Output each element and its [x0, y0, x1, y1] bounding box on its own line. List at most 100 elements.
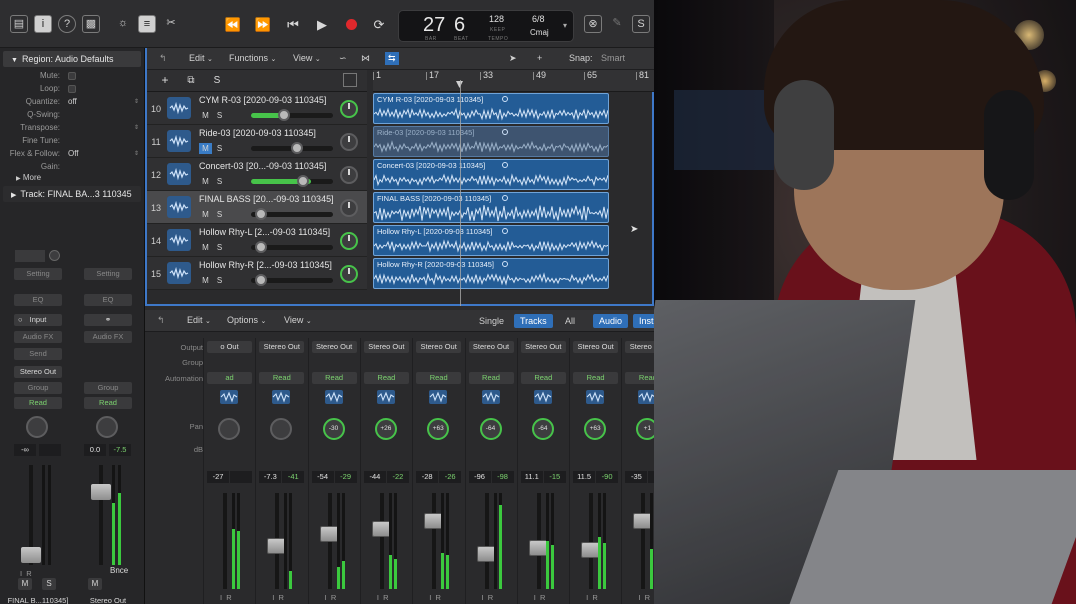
volume-fader-track[interactable] — [379, 493, 384, 589]
track-mute-button[interactable]: M — [199, 176, 212, 187]
input-gain-knob[interactable] — [49, 250, 60, 261]
input-monitor-label[interactable]: I R — [429, 593, 441, 602]
slider-knob[interactable] — [291, 142, 303, 154]
automation-mode[interactable]: Read — [84, 397, 132, 409]
inspector-row-flex[interactable]: Flex & Follow: Off ⇕ — [0, 148, 140, 160]
group-slot[interactable]: Group — [84, 382, 132, 394]
pan-knob[interactable] — [26, 416, 48, 438]
setting-button[interactable]: Setting — [84, 268, 132, 280]
audio-fx-slot[interactable]: Audio FX — [84, 331, 132, 343]
volume-fader-cap[interactable] — [91, 484, 111, 500]
output-slot[interactable]: Stereo Out — [520, 341, 566, 353]
volume-fader-track[interactable] — [484, 493, 489, 589]
rewind-button[interactable]: ⏪ — [222, 14, 244, 36]
pan-knob[interactable] — [218, 418, 240, 440]
input-monitor-label[interactable]: I R — [20, 569, 32, 578]
automation-mode[interactable]: Read — [14, 397, 62, 409]
output-slot[interactable]: Stereo Out — [468, 341, 514, 353]
mute-button[interactable]: M — [88, 578, 102, 590]
eq-slot[interactable]: EQ — [14, 294, 62, 306]
volume-fader-track[interactable] — [223, 493, 227, 589]
pan-knob[interactable]: +26 — [374, 418, 397, 440]
track-mute-button[interactable]: M — [199, 209, 212, 220]
view-menu[interactable]: View ⌄ — [293, 53, 321, 63]
track-mute-button[interactable]: M — [199, 110, 212, 121]
track-header-row[interactable]: 15 Hollow Rhy-R [2...-09-03 110345] M S — [147, 257, 367, 290]
pan-knob[interactable] — [96, 416, 118, 438]
input-monitor-label[interactable]: I R — [272, 593, 284, 602]
mute-checkbox[interactable] — [68, 72, 76, 80]
mixer-filter-inst[interactable]: Inst — [633, 314, 654, 328]
track-solo-button[interactable]: S — [213, 275, 226, 286]
mixer-tab-single[interactable]: Single — [473, 314, 510, 328]
mixer-options-menu[interactable]: Options ⌄ — [227, 315, 266, 325]
setting-button[interactable]: Setting — [14, 268, 62, 280]
slider-knob[interactable] — [255, 241, 267, 253]
track-solo-button[interactable]: S — [213, 143, 226, 154]
lcd-display[interactable]: 27 6 BAR BEAT 128 KEEP TEMPO 6/8 Cmaj ▾ — [398, 10, 574, 42]
track-solo-button[interactable]: S — [213, 110, 226, 121]
editors-icon[interactable]: ✂ — [162, 15, 180, 33]
input-slot[interactable]: ○ Input — [14, 314, 62, 326]
track-volume-slider[interactable] — [251, 142, 333, 154]
back-icon[interactable]: ↰ — [157, 315, 165, 326]
fast-forward-button[interactable]: ⏩ — [252, 14, 274, 36]
channel-name[interactable]: FINAL B...110345] — [4, 596, 72, 604]
audio-region[interactable]: Hollow Rhy-L [2020-09-03 110345] — [373, 225, 609, 256]
track-header-row[interactable]: 13 FINAL BASS [20...-09-03 110345] M S — [147, 191, 367, 224]
audio-region[interactable]: Hollow Rhy-R [2020-09-03 110345] — [373, 258, 609, 289]
automation-mode[interactable]: ad — [207, 372, 252, 384]
input-monitor-label[interactable]: I R — [638, 593, 650, 602]
pan-knob[interactable] — [270, 418, 293, 440]
audio-fx-slot[interactable]: Audio FX — [14, 331, 62, 343]
output-slot[interactable]: o Out — [207, 341, 252, 353]
timeline-ruler[interactable]: 1 17 33 49 65 81 — [372, 70, 654, 92]
track-pan-knob[interactable] — [340, 100, 358, 118]
output-slot[interactable]: Stereo Out — [416, 341, 462, 353]
track-view-icon[interactable] — [343, 73, 357, 87]
score-icon[interactable]: S — [632, 15, 650, 33]
track-name[interactable]: CYM R-03 [2020-09-03 110345] — [199, 95, 339, 105]
smart-controls-icon[interactable]: ☼ — [114, 15, 132, 33]
output-slot[interactable]: Stereo Out — [625, 341, 654, 353]
volume-fader-track[interactable] — [432, 493, 437, 589]
quantize-value[interactable]: off — [68, 96, 77, 108]
inspector-icon[interactable]: i — [34, 15, 52, 33]
group-slot[interactable]: Group — [14, 382, 62, 394]
track-name[interactable]: Hollow Rhy-R [2...-09-03 110345] — [199, 260, 339, 270]
quick-help-icon[interactable]: ? — [58, 15, 76, 33]
volume-fader-track[interactable] — [641, 493, 646, 589]
lcd-dropdown-icon[interactable]: ▾ — [563, 21, 567, 30]
edit-menu[interactable]: Edit ⌄ — [189, 53, 213, 63]
back-icon[interactable]: ↰ — [159, 53, 167, 64]
track-pan-knob[interactable] — [340, 199, 358, 217]
loop-checkbox[interactable] — [68, 85, 76, 93]
audio-region[interactable]: FINAL BASS [2020-09-03 110345] — [373, 192, 609, 223]
track-pan-knob[interactable] — [340, 133, 358, 151]
automation-mode[interactable]: Read — [259, 372, 305, 384]
volume-fader-track[interactable] — [589, 493, 594, 589]
catch-icon[interactable]: ⇆ — [385, 52, 399, 65]
track-volume-slider[interactable] — [251, 241, 333, 253]
automation-mode[interactable]: Read — [416, 372, 462, 384]
input-monitor-label[interactable]: I R — [325, 593, 337, 602]
eq-slot[interactable]: EQ — [84, 294, 132, 306]
input-monitor-label[interactable]: I R — [586, 593, 598, 602]
output-slot[interactable]: Stereo Out — [14, 366, 62, 378]
global-solo-icon[interactable]: S — [209, 73, 225, 88]
output-slot[interactable]: Stereo Out — [259, 341, 305, 353]
track-solo-button[interactable]: S — [213, 242, 226, 253]
pan-knob[interactable]: -64 — [531, 418, 554, 440]
slider-knob[interactable] — [297, 175, 309, 187]
play-button[interactable]: ▶ — [311, 14, 333, 36]
output-slot[interactable]: Stereo Out — [363, 341, 409, 353]
slider-knob[interactable] — [255, 274, 267, 286]
inspector-row-qswing[interactable]: Q-Swing: — [0, 109, 140, 121]
inspector-row-quantize[interactable]: Quantize: off ⇕ — [0, 96, 140, 108]
input-monitor-label[interactable]: I R — [377, 593, 389, 602]
track-volume-slider[interactable] — [251, 208, 333, 220]
track-mute-button[interactable]: M — [199, 242, 212, 253]
track-solo-button[interactable]: S — [213, 209, 226, 220]
cycle-button[interactable]: ⟳ — [368, 14, 390, 36]
output-slot[interactable]: Stereo Out — [311, 341, 357, 353]
